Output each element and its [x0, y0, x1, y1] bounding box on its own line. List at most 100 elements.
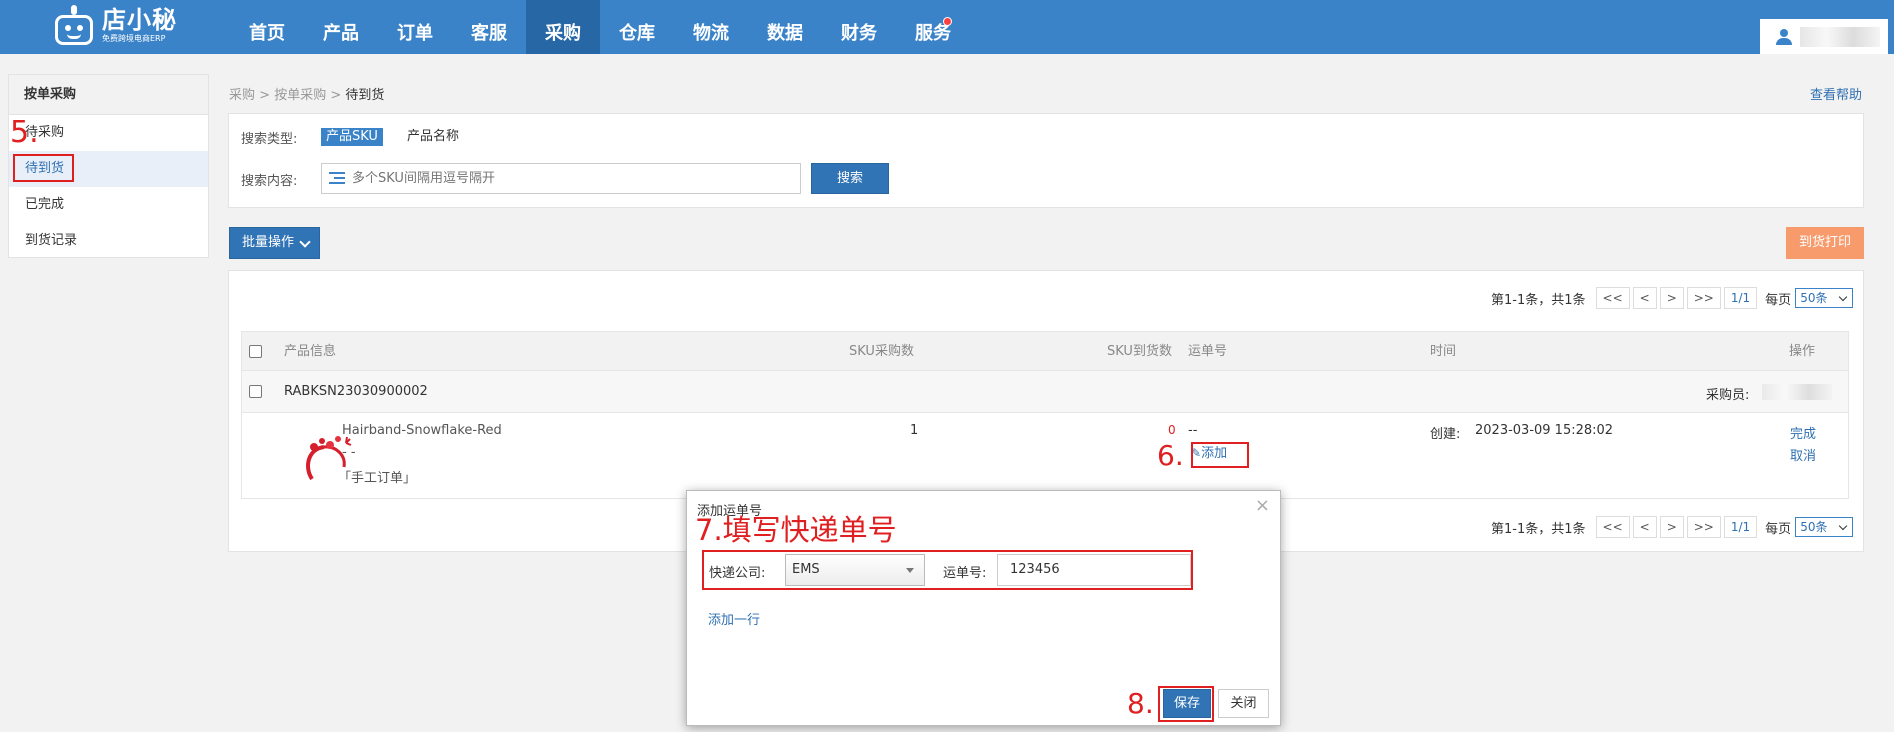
created-label: 创建:: [1430, 427, 1461, 442]
user-icon: [1776, 29, 1792, 45]
annotation-box-save: [1158, 686, 1214, 722]
page-next-button[interactable]: >: [1659, 287, 1684, 309]
breadcrumb-item[interactable]: 按单采购: [274, 88, 326, 103]
close-icon[interactable]: ×: [1255, 495, 1270, 516]
search-button[interactable]: 搜索: [811, 163, 889, 194]
order-checkbox[interactable]: [249, 385, 262, 398]
select-all-checkbox[interactable]: [249, 345, 262, 358]
per-page-value: 50条: [1800, 520, 1828, 534]
order-row: RABKSN23030900002 采购员:: [241, 371, 1849, 413]
robot-logo-icon: [52, 5, 96, 47]
page-first-button[interactable]: <<: [1595, 287, 1630, 309]
batch-actions-label: 批量操作: [242, 235, 295, 250]
chevron-down-icon: [1838, 292, 1848, 302]
per-page-label: 每页: [1765, 292, 1792, 308]
buyer-name-redacted: [1762, 384, 1832, 400]
complete-button[interactable]: 完成: [1790, 423, 1816, 442]
nav-purchasing[interactable]: 采购: [526, 0, 600, 54]
breadcrumb-item[interactable]: 采购: [229, 88, 255, 103]
breadcrumb: 采购 > 按单采购 > 待到货: [229, 84, 384, 103]
annotation-step-8: 8.: [1127, 687, 1154, 720]
main-nav: 首页 产品 订单 客服 采购 仓库 物流 数据 财务 服务: [230, 0, 970, 54]
breadcrumb-current: 待到货: [345, 88, 385, 103]
batch-actions-button[interactable]: 批量操作: [229, 227, 320, 259]
nav-data[interactable]: 数据: [748, 0, 822, 54]
sidebar-item-arrival-records[interactable]: 到货记录: [9, 223, 208, 259]
page-last-button[interactable]: >>: [1686, 287, 1721, 309]
nav-warehouse[interactable]: 仓库: [600, 0, 674, 54]
pagination-info: 第1-1条，共1条: [1491, 292, 1586, 308]
logo[interactable]: 店小秘 免费跨境电商ERP: [52, 2, 177, 50]
logo-name: 店小秘: [102, 6, 177, 34]
user-menu[interactable]: [1760, 19, 1888, 54]
pagination-bottom: 第1-1条，共1条 << < > >> 1/1 每页 50条: [1491, 516, 1854, 538]
cancel-button[interactable]: 取消: [1790, 445, 1816, 464]
page-prev-button[interactable]: <: [1632, 516, 1657, 538]
search-type-label: 搜索类型:: [241, 132, 298, 147]
annotation-step-7: 7.填写快递单号: [695, 513, 897, 547]
list-icon: [329, 172, 345, 185]
sku-purchased-qty: 1: [910, 423, 919, 438]
per-page-value: 50条: [1800, 291, 1828, 305]
page-last-button[interactable]: >>: [1686, 516, 1721, 538]
sidebar-item-completed[interactable]: 已完成: [9, 187, 208, 223]
pagination-top: 第1-1条，共1条 << < > >> 1/1 每页 50条: [1491, 287, 1854, 309]
annotation-box-add-link: [1191, 442, 1249, 468]
logo-subtitle: 免费跨境电商ERP: [102, 34, 166, 43]
page-prev-button[interactable]: <: [1632, 287, 1657, 309]
top-navbar: 店小秘 免费跨境电商ERP 首页 产品 订单 客服 采购 仓库 物流 数据 财务…: [0, 0, 1894, 54]
annotation-step-6: 6.: [1157, 439, 1184, 472]
page-current: 1/1: [1723, 516, 1758, 538]
page-next-button[interactable]: >: [1659, 516, 1684, 538]
table-header: 产品信息 SKU采购数 SKU到货数 运单号 时间 操作: [241, 331, 1849, 371]
chevron-down-icon: [1838, 521, 1848, 531]
col-actions: 操作: [1789, 344, 1816, 359]
annotation-box-tracking-form: [702, 550, 1193, 590]
nav-services-label: 服务: [915, 23, 951, 44]
page-first-button[interactable]: <<: [1595, 516, 1630, 538]
created-time: 2023-03-09 15:28:02: [1475, 423, 1614, 438]
per-page-select[interactable]: 50条: [1795, 517, 1854, 537]
nav-customer-service[interactable]: 客服: [452, 0, 526, 54]
breadcrumb-sep: >: [330, 88, 342, 103]
col-sku-purchased: SKU采购数: [849, 344, 914, 359]
nav-logistics[interactable]: 物流: [674, 0, 748, 54]
chevron-down-icon: [299, 236, 311, 248]
sidebar-title: 按单采购: [9, 75, 208, 115]
arrival-print-button[interactable]: 到货打印: [1786, 227, 1864, 259]
product-name[interactable]: Hairband-Snowflake-Red: [342, 423, 502, 438]
breadcrumb-sep: >: [259, 88, 271, 103]
nav-services[interactable]: 服务: [896, 0, 970, 54]
search-type-sku[interactable]: 产品SKU: [321, 128, 383, 146]
username-redacted: [1800, 27, 1880, 47]
annotation-box-pending-arrival: [13, 154, 74, 182]
add-row-link[interactable]: 添加一行: [708, 609, 760, 628]
search-content-label: 搜索内容:: [241, 174, 298, 189]
per-page-select[interactable]: 50条: [1795, 288, 1854, 308]
table-row: Hairband-Snowflake-Red - - 「手工订单」 1 0 --…: [241, 413, 1849, 499]
order-source-tag: 「手工订单」: [338, 471, 417, 486]
sku-arrived-qty: 0: [1168, 423, 1176, 437]
annotation-step-5: 5.: [10, 115, 39, 150]
page-current: 1/1: [1723, 287, 1758, 309]
search-panel: 搜索类型: 产品SKU 产品名称 搜索内容: 搜索: [228, 113, 1864, 208]
col-product-info: 产品信息: [284, 344, 337, 359]
product-variant: - -: [342, 445, 356, 460]
col-time: 时间: [1430, 344, 1457, 359]
search-type-product-name[interactable]: 产品名称: [407, 128, 459, 146]
buyer-label: 采购员:: [1706, 388, 1750, 403]
nav-orders[interactable]: 订单: [378, 0, 452, 54]
tracking-value: --: [1188, 423, 1198, 438]
nav-home[interactable]: 首页: [230, 0, 304, 54]
search-input[interactable]: [321, 163, 801, 194]
nav-finance[interactable]: 财务: [822, 0, 896, 54]
per-page-label: 每页: [1765, 521, 1792, 537]
sidebar-item-pending-purchase[interactable]: 待采购: [9, 115, 208, 151]
nav-products[interactable]: 产品: [304, 0, 378, 54]
close-button[interactable]: 关闭: [1218, 689, 1269, 718]
order-number: RABKSN23030900002: [284, 384, 428, 399]
pagination-info: 第1-1条，共1条: [1491, 521, 1586, 537]
col-sku-arrived: SKU到货数: [1107, 344, 1172, 359]
help-link[interactable]: 查看帮助: [1810, 84, 1862, 103]
notification-dot-icon: [943, 17, 952, 26]
